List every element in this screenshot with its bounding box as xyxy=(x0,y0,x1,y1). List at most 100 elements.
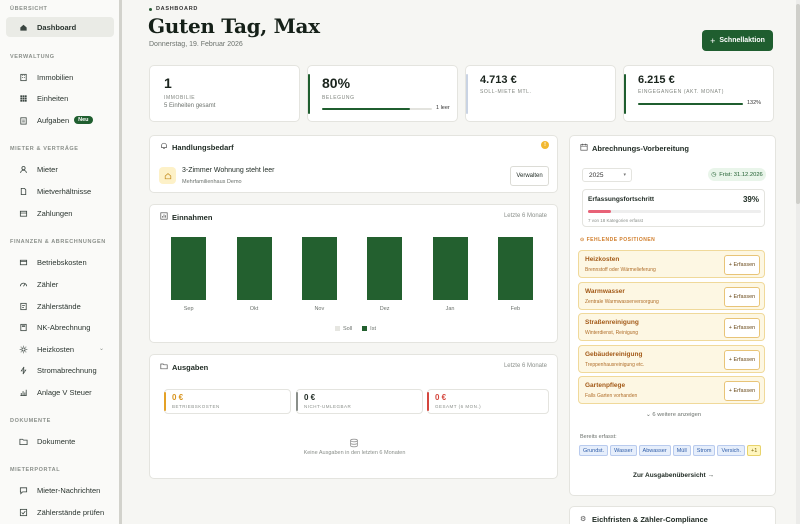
position-description: Winterdienst, Reinigung xyxy=(585,330,639,336)
expense-value: 0 € xyxy=(304,393,316,402)
sidebar-item-mietverhältnisse[interactable]: Mietverhältnisse xyxy=(6,181,114,201)
position-name: Gebäudereinigung xyxy=(585,350,643,358)
sidebar-item-label: Dokumente xyxy=(37,436,76,446)
expense-box-total: 0 € GESAMT (6 MON.) xyxy=(427,389,549,414)
stat-card-occupancy[interactable]: 80% BELEGUNG 1 leer xyxy=(307,65,458,122)
stat-label: SOLL-MIETE MTL. xyxy=(480,89,532,95)
capture-button[interactable]: + Erfassen xyxy=(724,286,760,307)
sidebar-item-label: Stromabrechnung xyxy=(37,365,97,375)
missing-position-item: Warmwasser Zentrale Warmwasserversorgung +… xyxy=(578,281,765,310)
manage-button[interactable]: Verwalten xyxy=(510,166,549,186)
missing-position-item: Heizkosten Brennstoff oder Wärmelieferung… xyxy=(578,250,765,278)
bar-ist-okt[interactable] xyxy=(236,237,272,300)
action-item-subtitle: Mehrfamilienhaus Demo xyxy=(182,179,242,185)
sidebar-item-label: Heizkosten xyxy=(37,344,75,354)
recorded-tag: Abwasser xyxy=(638,445,671,456)
chevron-down-icon[interactable]: ⌄ xyxy=(99,345,104,352)
x-tick-label: Feb xyxy=(510,306,521,312)
expense-box-operating: 0 € BETRIEBSKOSTEN xyxy=(164,389,291,414)
position-description: Falls Garten vorhanden xyxy=(585,393,638,399)
card-title: Einnahmen xyxy=(172,213,213,222)
legend-item-soll: Soll xyxy=(335,326,352,332)
period-label: Letzte 6 Monate xyxy=(503,213,547,219)
recorded-tag: Grundst. xyxy=(579,445,609,456)
capture-button[interactable]: + Erfassen xyxy=(724,318,760,338)
sidebar-item-stromabrechnung[interactable]: Stromabrechnung xyxy=(6,360,114,380)
capture-button[interactable]: + Erfassen xyxy=(724,255,760,275)
card-title: Abrechnungs-Vorbereitung xyxy=(592,144,689,153)
position-name: Straßenreinigung xyxy=(585,319,639,326)
sidebar-item-mieter[interactable]: Mieter xyxy=(6,159,114,179)
show-more-link[interactable]: ⌄ 6 weitere anzeigen xyxy=(570,412,777,418)
capture-button[interactable]: + Erfassen xyxy=(724,349,760,370)
sidebar-item-zählerstände[interactable]: Zählerstände xyxy=(6,296,114,316)
sidebar-item-label: Immobilien xyxy=(37,72,74,82)
capture-button[interactable]: + Erfassen xyxy=(724,381,760,401)
position-description: Treppenhausreinigung etc. xyxy=(585,361,645,368)
sidebar-item-dokumente[interactable]: Dokumente xyxy=(6,431,114,451)
stat-label: EINGEGANGEN (AKT. MONAT) xyxy=(638,89,724,95)
stat-value: 80% xyxy=(322,75,351,91)
main-scrollbar[interactable] xyxy=(796,0,800,524)
receipt-icon xyxy=(17,256,29,268)
sidebar-item-aufgaben[interactable]: Aufgaben Neu xyxy=(6,110,114,130)
sidebar-item-betriebskosten[interactable]: Betriebskosten xyxy=(6,252,114,272)
stat-card-received[interactable]: 6.215 € EINGEGANGEN (AKT. MONAT) 132% xyxy=(623,65,774,122)
quick-action-button[interactable]: + Schnellaktion xyxy=(702,30,773,51)
document-icon xyxy=(17,185,29,197)
capture-progress-box: Erfassungsfortschritt 39% 7 von 18 Kateg… xyxy=(582,189,765,227)
capture-progress-bar xyxy=(588,210,761,213)
year-select[interactable]: 2025 ▾ xyxy=(582,168,632,182)
sidebar-item-zahlungen[interactable]: Zahlungen xyxy=(6,203,114,223)
plus-icon: + xyxy=(710,35,716,46)
stat-label: IMMOBILIE xyxy=(164,95,196,101)
progress-percent: 39% xyxy=(742,195,759,204)
stat-value: 6.215 € xyxy=(638,74,675,86)
position-description: Brennstoff oder Wärmelieferung xyxy=(585,267,656,273)
scrollbar-thumb[interactable] xyxy=(796,4,800,204)
wallet-icon xyxy=(17,207,29,219)
year-value: 2025 xyxy=(589,171,604,179)
card-title: Handlungsbedarf xyxy=(172,143,234,152)
chevron-down-icon: ▾ xyxy=(623,172,626,178)
missing-header-label: FEHLENDE POSITIONEN xyxy=(586,237,656,243)
x-tick-label: Sep xyxy=(183,306,194,312)
expense-label: NICHT-UMLEGBAR xyxy=(304,404,352,409)
sun-icon xyxy=(17,343,29,355)
calculator-icon xyxy=(17,321,29,333)
clipboard-icon xyxy=(17,114,29,126)
stat-card-target-rent[interactable]: 4.713 € SOLL-MIETE MTL. xyxy=(465,65,616,122)
sidebar-item-anlage-v-steuer[interactable]: Anlage V Steuer xyxy=(6,382,114,402)
sidebar-section-label: DOKUMENTE xyxy=(10,418,51,424)
recorded-tag: Müll xyxy=(672,445,691,456)
bar-ist-sep[interactable] xyxy=(171,237,207,300)
sidebar-section-label: MIETERPORTAL xyxy=(10,467,61,473)
sidebar-item-zähler[interactable]: Zähler xyxy=(6,274,114,294)
bar-chart-icon xyxy=(160,212,168,222)
sidebar-section-label: FINANZEN & ABRECHNUNGEN xyxy=(10,239,106,245)
home-icon xyxy=(17,21,29,33)
expense-overview-link[interactable]: Zur Ausgabenübersicht → xyxy=(570,472,777,479)
sidebar-item-immobilien[interactable]: Immobilien xyxy=(6,67,114,87)
bar-ist-jan[interactable] xyxy=(432,237,468,300)
kicker-dot-icon xyxy=(149,7,152,11)
bar-ist-nov[interactable] xyxy=(301,237,337,300)
position-name: Warmwasser xyxy=(585,287,625,295)
sidebar-item-nk-abrechnung[interactable]: NK-Abrechnung xyxy=(6,317,114,337)
bar-ist-feb[interactable] xyxy=(497,237,533,300)
sidebar-item-heizkosten[interactable]: Heizkosten ⌄ xyxy=(6,339,114,359)
current-date: Donnerstag, 19. Februar 2026 xyxy=(149,41,243,48)
sidebar-item-einheiten[interactable]: Einheiten xyxy=(6,88,114,108)
calendar-icon xyxy=(580,143,588,153)
gear-icon: ⚙ xyxy=(580,516,587,523)
expense-box-non-allocable: 0 € NICHT-UMLEGBAR xyxy=(296,389,423,414)
progress-fill xyxy=(588,210,612,213)
sidebar-item-zählerstände-prüfen[interactable]: Zählerstände prüfen xyxy=(6,502,114,522)
stat-card-properties[interactable]: 1 IMMOBILIE 5 Einheiten gesamt xyxy=(149,65,300,122)
bell-icon xyxy=(160,142,168,152)
sidebar-item-mieter-nachrichten[interactable]: Mieter-Nachrichten xyxy=(6,480,114,500)
bar-ist-dez[interactable] xyxy=(367,237,403,300)
sidebar-item-dashboard[interactable]: Dashboard xyxy=(6,17,114,37)
sidebar-item-label: Mieter-Nachrichten xyxy=(37,485,101,495)
sidebar-scrollbar[interactable] xyxy=(119,0,122,524)
